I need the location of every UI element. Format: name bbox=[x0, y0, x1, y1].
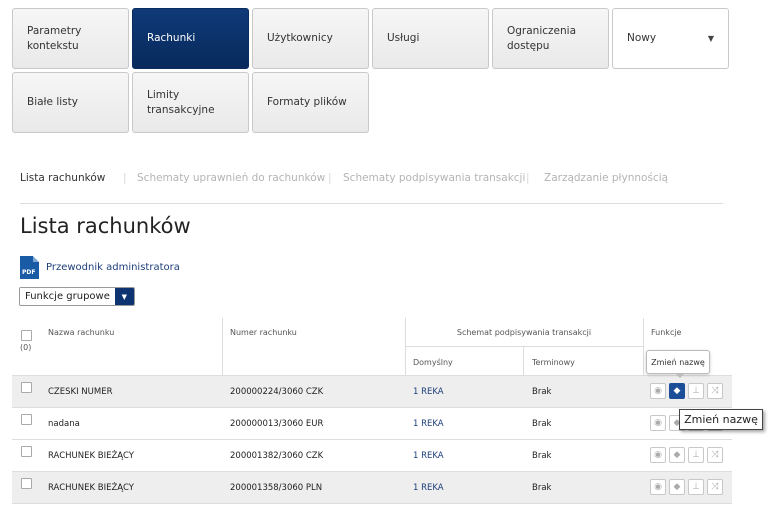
admin-guide-link[interactable]: PDF Przewodnik administratora bbox=[20, 256, 180, 279]
eye-icon[interactable]: ◉ bbox=[650, 415, 666, 431]
eye-icon[interactable]: ◉ bbox=[650, 383, 666, 399]
rename-native-tooltip: Zmień nazwę bbox=[679, 409, 763, 430]
tile-label: Użytkownicy bbox=[267, 32, 333, 44]
header-functions: Funkcje bbox=[651, 328, 682, 337]
table-row[interactable]: RACHUNEK BIEŻĄCY 200001382/3060 CZK 1 RE… bbox=[12, 440, 732, 472]
row-checkbox[interactable] bbox=[21, 478, 32, 489]
term-scheme: Brak bbox=[532, 482, 552, 493]
default-scheme-link[interactable]: 1 REKA bbox=[413, 376, 444, 407]
account-name: RACHUNEK BIEŻĄCY bbox=[48, 482, 134, 493]
term-scheme: Brak bbox=[532, 418, 552, 429]
tile-transaction-limits[interactable]: Limity transakcyjne bbox=[132, 72, 249, 133]
subnav-separator: | bbox=[123, 172, 127, 184]
eye-icon[interactable]: ◉ bbox=[650, 447, 666, 463]
pdf-icon: PDF bbox=[20, 256, 39, 279]
hierarchy-icon[interactable]: ⊥ bbox=[688, 383, 704, 399]
tile-label: Usługi bbox=[387, 32, 420, 44]
tile-label: Limity transakcyjne bbox=[147, 88, 215, 116]
shuffle-icon[interactable]: ⤨ bbox=[707, 479, 723, 495]
tile-label: Formaty plików bbox=[267, 96, 347, 108]
header-signing-scheme: Schemat podpisywania transakcji bbox=[456, 328, 592, 337]
bulk-functions-button[interactable]: Funkcje grupowe ▼ bbox=[19, 287, 135, 306]
divider bbox=[405, 318, 406, 376]
tile-accounts[interactable]: Rachunki bbox=[132, 8, 249, 69]
account-number: 200000224/3060 CZK bbox=[230, 386, 324, 397]
row-checkbox[interactable] bbox=[21, 446, 32, 457]
pdf-icon-text: PDF bbox=[22, 269, 36, 276]
divider bbox=[523, 346, 524, 376]
tile-label: Rachunki bbox=[147, 32, 196, 44]
shuffle-icon[interactable]: ⤨ bbox=[707, 383, 723, 399]
caret-down-icon: ▼ bbox=[707, 34, 714, 43]
term-scheme: Brak bbox=[532, 450, 552, 461]
subnav: Lista rachunków | Schematy uprawnień do … bbox=[20, 172, 723, 204]
header-default: Domyślny bbox=[413, 358, 453, 367]
default-scheme-link[interactable]: 1 REKA bbox=[413, 440, 444, 471]
accounts-table: (0) Nazwa rachunku Numer rachunku Schema… bbox=[12, 318, 732, 504]
selected-count: (0) bbox=[20, 343, 32, 352]
tile-services[interactable]: Usługi bbox=[372, 8, 489, 69]
row-checkbox[interactable] bbox=[21, 382, 32, 393]
subnav-separator: | bbox=[526, 172, 530, 184]
header-account-name: Nazwa rachunku bbox=[48, 328, 115, 337]
row-functions: ◉ ◆ ⊥ ⤨ bbox=[650, 479, 723, 495]
table-row[interactable]: CZESKI NUMER 200000224/3060 CZK 1 REKA B… bbox=[12, 376, 732, 408]
tag-icon[interactable]: ◆ bbox=[669, 383, 685, 399]
hierarchy-icon[interactable]: ⊥ bbox=[688, 447, 704, 463]
tile-file-formats[interactable]: Formaty plików bbox=[252, 72, 369, 133]
table-row[interactable]: nadana 200000013/3060 EUR 1 REKA Brak ◉ … bbox=[12, 408, 732, 440]
tile-whitelists[interactable]: Białe listy bbox=[12, 72, 129, 133]
header-account-number: Numer rachunku bbox=[230, 328, 297, 337]
tag-icon[interactable]: ◆ bbox=[669, 447, 685, 463]
select-value: Nowy bbox=[627, 32, 657, 44]
caret-down-icon: ▼ bbox=[114, 288, 134, 305]
subnav-account-permissions[interactable]: Schematy uprawnień do rachunków bbox=[137, 172, 325, 184]
shuffle-icon[interactable]: ⤨ bbox=[707, 447, 723, 463]
tag-icon[interactable]: ◆ bbox=[669, 479, 685, 495]
subnav-signing-schemes[interactable]: Schematy podpisywania transakcji bbox=[343, 172, 525, 184]
default-scheme-link[interactable]: 1 REKA bbox=[413, 472, 444, 503]
tile-label: Białe listy bbox=[27, 96, 78, 108]
table-row[interactable]: RACHUNEK BIEŻĄCY 200001358/3060 PLN 1 RE… bbox=[12, 472, 732, 504]
default-scheme-link[interactable]: 1 REKA bbox=[413, 408, 444, 439]
tile-context-params[interactable]: Parametry kontekstu bbox=[12, 8, 129, 69]
page-title: Lista rachunków bbox=[20, 214, 191, 238]
row-checkbox[interactable] bbox=[21, 414, 32, 425]
header-term: Terminowy bbox=[532, 358, 575, 367]
subnav-separator: | bbox=[328, 172, 332, 184]
eye-icon[interactable]: ◉ bbox=[650, 479, 666, 495]
account-number: 200000013/3060 EUR bbox=[230, 418, 324, 429]
table-header: (0) Nazwa rachunku Numer rachunku Schema… bbox=[12, 318, 732, 376]
term-scheme: Brak bbox=[532, 386, 552, 397]
tile-label: Ograniczenia dostępu bbox=[507, 24, 577, 52]
rename-tooltip: Zmień nazwę bbox=[646, 350, 710, 378]
account-name: nadana bbox=[48, 418, 80, 429]
bulk-functions-label: Funkcje grupowe bbox=[20, 288, 115, 305]
tile-label: Parametry kontekstu bbox=[27, 24, 82, 52]
subnav-account-list[interactable]: Lista rachunków bbox=[20, 172, 105, 184]
divider bbox=[222, 318, 223, 376]
account-number: 200001358/3060 PLN bbox=[230, 482, 323, 493]
account-name: RACHUNEK BIEŻĄCY bbox=[48, 450, 134, 461]
subnav-liquidity[interactable]: Zarządzanie płynnością bbox=[544, 172, 668, 184]
new-select[interactable]: Nowy ▼ bbox=[612, 8, 729, 69]
admin-guide-label: Przewodnik administratora bbox=[46, 262, 180, 273]
row-functions: ◉ ◆ ⊥ ⤨ bbox=[650, 383, 723, 399]
account-name: CZESKI NUMER bbox=[48, 386, 113, 397]
row-functions: ◉ ◆ ⊥ ⤨ bbox=[650, 447, 723, 463]
divider bbox=[405, 346, 643, 347]
hierarchy-icon[interactable]: ⊥ bbox=[688, 479, 704, 495]
select-all-checkbox[interactable] bbox=[21, 330, 32, 341]
divider bbox=[643, 318, 644, 376]
tile-access-restrictions[interactable]: Ograniczenia dostępu bbox=[492, 8, 609, 69]
tile-users[interactable]: Użytkownicy bbox=[252, 8, 369, 69]
account-number: 200001382/3060 CZK bbox=[230, 450, 324, 461]
